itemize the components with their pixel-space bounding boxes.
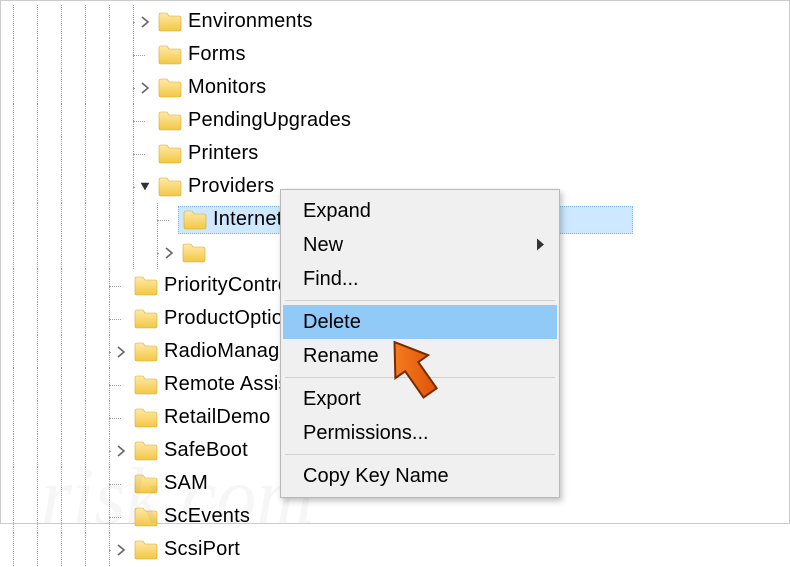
folder-icon	[134, 275, 158, 297]
folder-icon	[134, 308, 158, 330]
folder-icon	[134, 539, 158, 561]
folder-icon	[158, 44, 182, 66]
tree-spacer	[136, 46, 154, 64]
menu-item-find[interactable]: Find...	[283, 262, 557, 296]
tree-item-label: SafeBoot	[164, 439, 248, 462]
tree-item-label: ScEvents	[164, 505, 250, 528]
tree-item[interactable]: ScEvents	[1, 500, 789, 533]
chevron-down-icon[interactable]	[136, 178, 154, 196]
tree-item[interactable]: Forms	[1, 38, 789, 71]
tree-item[interactable]: PendingUpgrades	[1, 104, 789, 137]
menu-item-expand[interactable]: Expand	[283, 194, 557, 228]
tree-spacer	[136, 145, 154, 163]
tree-item-label: Monitors	[188, 76, 266, 99]
tree-item[interactable]: Environments	[1, 5, 789, 38]
folder-icon	[158, 110, 182, 132]
menu-item-label: Export	[303, 388, 361, 411]
tree-item-label: SAM	[164, 472, 208, 495]
chevron-right-icon[interactable]	[136, 13, 154, 31]
tree-item[interactable]: ScsiPort	[1, 533, 789, 566]
menu-item-copy-key-name[interactable]: Copy Key Name	[283, 459, 557, 493]
tree-item-label: PendingUpgrades	[188, 109, 351, 132]
menu-separator	[285, 454, 555, 455]
chevron-right-icon[interactable]	[112, 541, 130, 559]
tree-spacer	[112, 376, 130, 394]
folder-icon	[134, 407, 158, 429]
folder-icon	[134, 341, 158, 363]
menu-item-permissions[interactable]: Permissions...	[283, 416, 557, 450]
tree-spacer	[112, 310, 130, 328]
tree-spacer	[112, 475, 130, 493]
chevron-right-icon[interactable]	[112, 343, 130, 361]
menu-separator	[285, 300, 555, 301]
tree-item-label: Printers	[188, 142, 259, 165]
tree-item-label: Forms	[188, 43, 246, 66]
folder-icon	[134, 440, 158, 462]
folder-icon	[183, 209, 207, 231]
menu-item-label: New	[303, 234, 343, 257]
tree-item[interactable]: Printers	[1, 137, 789, 170]
menu-item-new[interactable]: New	[283, 228, 557, 262]
folder-icon	[158, 77, 182, 99]
chevron-right-icon[interactable]	[160, 244, 178, 262]
menu-item-label: Find...	[303, 268, 359, 291]
chevron-right-icon[interactable]	[112, 442, 130, 460]
pointer-arrow-annotation	[381, 331, 451, 411]
tree-spacer	[160, 211, 178, 229]
folder-icon	[158, 143, 182, 165]
folder-icon	[158, 11, 182, 33]
folder-icon	[134, 473, 158, 495]
tree-spacer	[112, 508, 130, 526]
tree-item-label: ScsiPort	[164, 538, 240, 561]
tree-item[interactable]: Monitors	[1, 71, 789, 104]
menu-item-label: Delete	[303, 311, 361, 334]
folder-icon	[134, 374, 158, 396]
tree-item-label: PriorityControl	[164, 274, 294, 297]
folder-icon	[182, 242, 206, 264]
menu-item-label: Expand	[303, 200, 371, 223]
tree-item-label: RetailDemo	[164, 406, 270, 429]
menu-item-label: Rename	[303, 345, 379, 368]
menu-item-label: Copy Key Name	[303, 465, 449, 488]
menu-item-label: Permissions...	[303, 422, 429, 445]
submenu-arrow-icon	[537, 234, 545, 257]
chevron-right-icon[interactable]	[136, 79, 154, 97]
tree-item-label: Providers	[188, 175, 274, 198]
tree-spacer	[136, 112, 154, 130]
tree-item-label: Environments	[188, 10, 313, 33]
folder-icon	[134, 506, 158, 528]
folder-icon	[158, 176, 182, 198]
tree-spacer	[112, 409, 130, 427]
tree-spacer	[112, 277, 130, 295]
